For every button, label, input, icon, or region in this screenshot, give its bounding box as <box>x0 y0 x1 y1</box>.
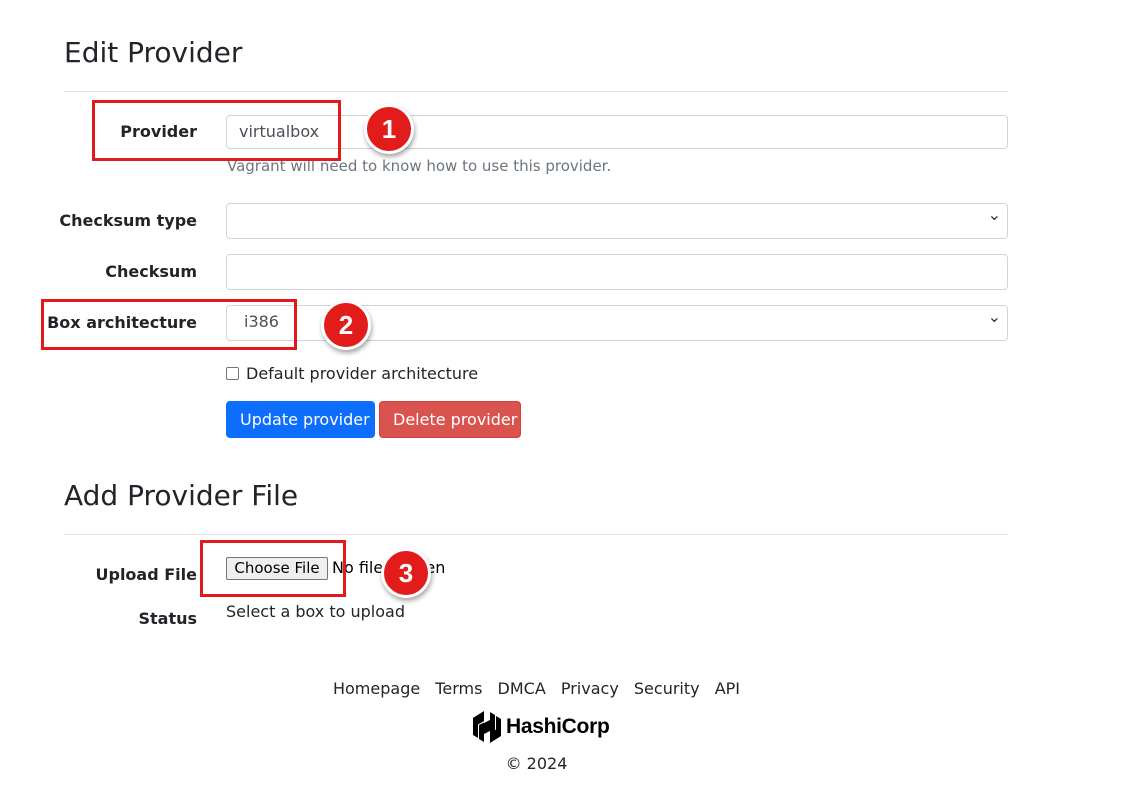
annotation-box-1 <box>92 100 341 161</box>
hashicorp-logo-icon <box>473 711 501 743</box>
edit-provider-title: Edit Provider <box>64 36 243 69</box>
footer-link-api[interactable]: API <box>715 679 740 698</box>
divider <box>64 534 1008 535</box>
footer-link-security[interactable]: Security <box>634 679 700 698</box>
footer-link-terms[interactable]: Terms <box>435 679 482 698</box>
annotation-box-2 <box>41 299 297 350</box>
checksum-input[interactable] <box>226 254 1008 290</box>
status-label: Status <box>138 609 197 628</box>
hashicorp-wordmark: HashiCorp <box>506 715 610 738</box>
copyright: © 2024 <box>505 754 568 773</box>
update-provider-button[interactable]: Update provider <box>226 401 375 438</box>
default-architecture-checkbox[interactable] <box>226 367 239 380</box>
footer-links: Homepage Terms DMCA Privacy Security API <box>0 679 1073 698</box>
checksum-type-select[interactable] <box>226 199 1008 239</box>
footer-link-homepage[interactable]: Homepage <box>333 679 420 698</box>
footer-link-privacy[interactable]: Privacy <box>561 679 619 698</box>
annotation-badge-2: 2 <box>321 300 371 350</box>
default-architecture-label: Default provider architecture <box>246 364 479 383</box>
checksum-type-label: Checksum type <box>59 211 197 230</box>
divider <box>64 91 1008 92</box>
provider-input[interactable]: virtualbox <box>226 115 1008 149</box>
annotation-badge-1: 1 <box>364 104 414 154</box>
annotation-box-3 <box>200 540 346 597</box>
hashicorp-logo[interactable]: HashiCorp <box>473 711 610 743</box>
upload-file-label: Upload File <box>95 565 198 584</box>
add-provider-file-title: Add Provider File <box>64 479 299 512</box>
status-value: Select a box to upload <box>226 602 405 621</box>
delete-provider-button[interactable]: Delete provider <box>379 401 521 438</box>
footer-link-dmca[interactable]: DMCA <box>498 679 546 698</box>
annotation-badge-3: 3 <box>381 548 431 598</box>
checksum-label: Checksum <box>105 262 197 281</box>
